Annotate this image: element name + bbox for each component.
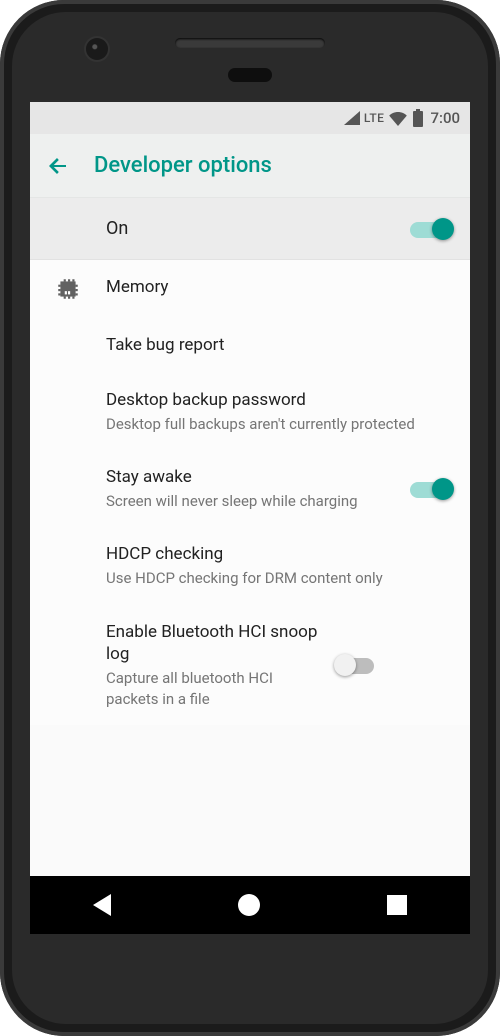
item-title: Memory bbox=[106, 276, 442, 299]
stay-awake-toggle-switch[interactable] bbox=[410, 477, 452, 501]
item-memory[interactable]: Memory bbox=[30, 260, 470, 318]
bt-hci-toggle-switch[interactable] bbox=[336, 653, 378, 677]
screen: LTE 7:00 Developer options On bbox=[30, 102, 470, 934]
item-title: HDCP checking bbox=[106, 543, 442, 566]
item-subtitle: Screen will never sleep while charging bbox=[106, 491, 400, 511]
item-subtitle: Capture all bluetooth HCI packets in a f… bbox=[106, 668, 326, 709]
nav-recents-button[interactable] bbox=[387, 895, 407, 915]
nav-home-button[interactable] bbox=[238, 894, 260, 916]
earpiece-speaker bbox=[175, 38, 325, 48]
item-subtitle: Use HDCP checking for DRM content only bbox=[106, 568, 442, 588]
memory-icon bbox=[30, 276, 106, 302]
app-bar: Developer options bbox=[30, 134, 470, 198]
network-label: LTE bbox=[364, 111, 385, 125]
master-toggle-switch[interactable] bbox=[410, 217, 452, 241]
front-camera bbox=[86, 38, 108, 60]
status-bar: LTE 7:00 bbox=[30, 102, 470, 134]
battery-icon bbox=[412, 109, 424, 127]
item-bug-report[interactable]: Take bug report bbox=[30, 318, 470, 373]
proximity-sensor bbox=[228, 68, 272, 82]
wifi-icon bbox=[388, 110, 408, 126]
master-toggle-row[interactable]: On bbox=[30, 198, 470, 260]
page-title: Developer options bbox=[94, 153, 272, 178]
item-title: Enable Bluetooth HCI snoop log bbox=[106, 621, 326, 667]
item-title: Take bug report bbox=[106, 334, 442, 357]
phone-frame: LTE 7:00 Developer options On bbox=[0, 0, 500, 1036]
item-stay-awake[interactable]: Stay awake Screen will never sleep while… bbox=[30, 450, 470, 527]
item-title: Desktop backup password bbox=[106, 389, 442, 412]
cell-signal-icon bbox=[344, 111, 360, 125]
item-bluetooth-hci-snoop[interactable]: Enable Bluetooth HCI snoop log Capture a… bbox=[30, 605, 470, 725]
master-toggle-label: On bbox=[106, 218, 410, 239]
item-title: Stay awake bbox=[106, 466, 400, 489]
navigation-bar bbox=[30, 876, 470, 934]
back-button[interactable] bbox=[46, 154, 70, 178]
nav-back-button[interactable] bbox=[93, 894, 111, 916]
item-hdcp-checking[interactable]: HDCP checking Use HDCP checking for DRM … bbox=[30, 527, 470, 604]
settings-list: Memory Take bug report Desktop backup pa… bbox=[30, 260, 470, 725]
item-desktop-backup-password[interactable]: Desktop backup password Desktop full bac… bbox=[30, 373, 470, 450]
clock-label: 7:00 bbox=[430, 109, 460, 127]
item-subtitle: Desktop full backups aren't currently pr… bbox=[106, 414, 442, 434]
